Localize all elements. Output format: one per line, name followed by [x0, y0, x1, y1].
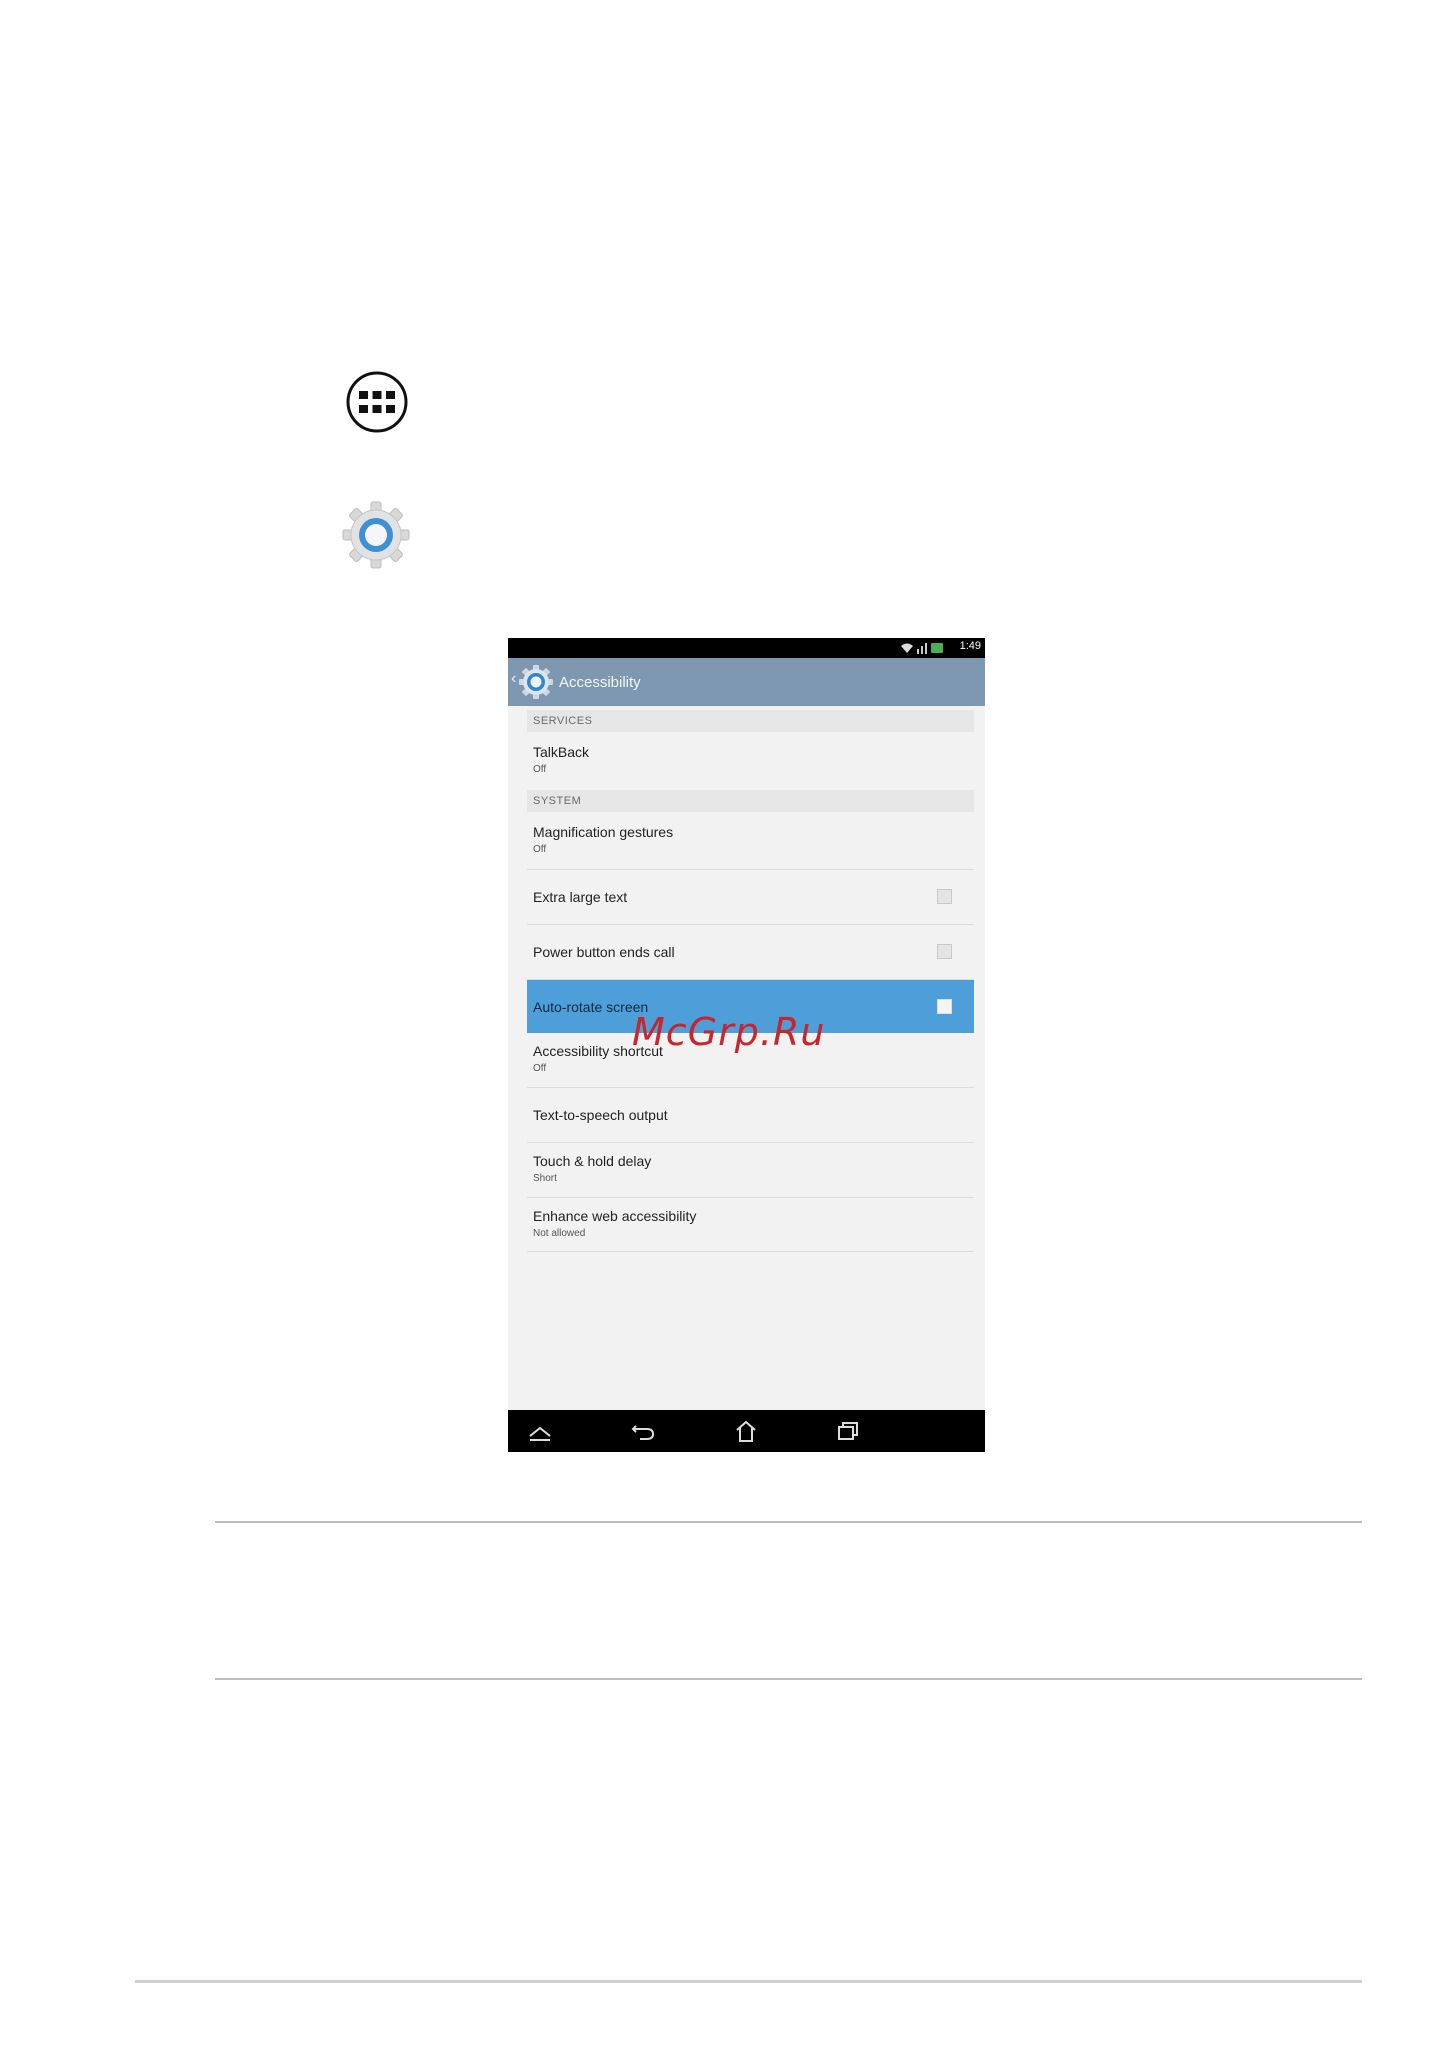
list-item-web-accessibility[interactable]: Enhance web accessibility Not allowed — [527, 1198, 974, 1252]
item-summary: Short — [533, 1173, 557, 1184]
settings-icon[interactable] — [518, 664, 554, 700]
section-header-services: SERVICES — [527, 710, 974, 732]
item-title: Text-to-speech output — [533, 1107, 668, 1123]
section-header-system: SYSTEM — [527, 790, 974, 812]
list-item-magnification[interactable]: Magnification gestures Off — [527, 814, 974, 870]
divider-top — [215, 1521, 1362, 1523]
item-title: Extra large text — [533, 889, 628, 905]
item-title: Auto-rotate screen — [533, 999, 649, 1015]
back-arrow-icon[interactable]: ‹ — [511, 670, 516, 688]
item-summary: Off — [533, 1063, 547, 1074]
watermark: McGrp.Ru — [632, 1010, 826, 1054]
page-footer-rule — [135, 1980, 1362, 1983]
extra-large-text-checkbox[interactable] — [937, 889, 952, 904]
status-icons — [901, 643, 943, 654]
list-item-extra-large-text[interactable]: Extra large text — [527, 870, 974, 925]
item-title: Enhance web accessibility — [533, 1208, 697, 1224]
list-item-tts[interactable]: Text-to-speech output — [527, 1088, 974, 1143]
navbar-home-icon[interactable] — [732, 1418, 760, 1444]
auto-rotate-checkbox[interactable] — [937, 999, 952, 1014]
navigation-bar — [508, 1410, 985, 1452]
status-time: 1:49 — [959, 640, 981, 652]
divider-bottom — [215, 1678, 1362, 1680]
settings-icon — [342, 501, 410, 569]
power-button-checkbox[interactable] — [937, 944, 952, 959]
item-title: TalkBack — [533, 744, 590, 760]
navbar-recents-icon[interactable] — [834, 1418, 862, 1444]
screen-title: Accessibility — [559, 674, 641, 691]
navbar-back-icon[interactable] — [630, 1418, 658, 1444]
item-title: Magnification gestures — [533, 824, 674, 840]
navbar-up-icon[interactable] — [526, 1418, 554, 1444]
action-bar: ‹ Accessibility — [508, 658, 985, 706]
list-item-talkback[interactable]: TalkBack Off — [527, 734, 974, 790]
item-summary: Off — [533, 764, 547, 775]
item-summary: Not allowed — [533, 1228, 586, 1239]
list-item-touch-hold[interactable]: Touch & hold delay Short — [527, 1143, 974, 1198]
list-item-power-button[interactable]: Power button ends call — [527, 925, 974, 980]
item-summary: Off — [533, 844, 547, 855]
apps-icon — [346, 371, 408, 433]
item-title: Power button ends call — [533, 944, 675, 960]
item-title: Touch & hold delay — [533, 1153, 652, 1169]
status-bar: 1:49 — [508, 638, 985, 658]
